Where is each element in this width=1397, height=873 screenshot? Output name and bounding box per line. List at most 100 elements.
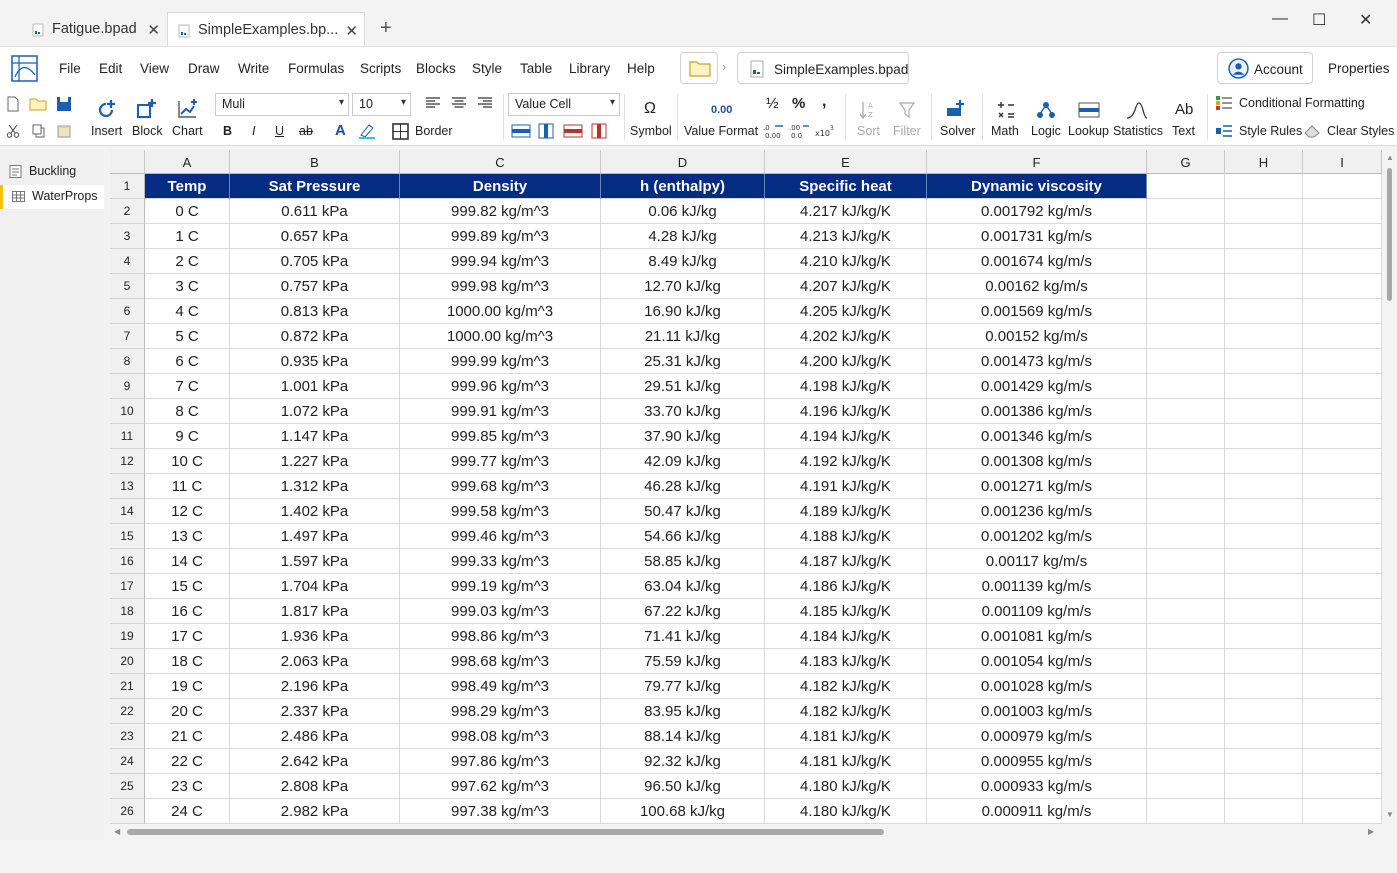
table-cell[interactable]: 0.935 kPa xyxy=(230,349,400,374)
align-left-icon[interactable] xyxy=(426,97,440,109)
row-number[interactable]: 24 xyxy=(110,749,145,774)
account-button[interactable]: Account xyxy=(1217,52,1313,84)
table-cell[interactable]: 0.001081 kg/m/s xyxy=(927,624,1147,649)
menu-library[interactable]: Library xyxy=(569,61,610,76)
table-cell[interactable] xyxy=(1147,774,1225,799)
table-cell[interactable]: 75.59 kJ/kg xyxy=(601,649,765,674)
table-cell[interactable]: 1.817 kPa xyxy=(230,599,400,624)
table-cell[interactable] xyxy=(1225,774,1303,799)
table-cell[interactable]: 16.90 kJ/kg xyxy=(601,299,765,324)
table-cell[interactable]: 2.642 kPa xyxy=(230,749,400,774)
row-number[interactable]: 19 xyxy=(110,624,145,649)
lookup-button[interactable]: Lookup xyxy=(1068,124,1109,138)
lookup-icon[interactable] xyxy=(1078,102,1100,118)
filter-button[interactable]: Filter xyxy=(893,124,921,138)
table-cell[interactable]: 67.22 kJ/kg xyxy=(601,599,765,624)
table-cell[interactable]: 998.08 kg/m^3 xyxy=(400,724,601,749)
table-cell[interactable]: 4.217 kJ/kg/K xyxy=(765,199,927,224)
row-number[interactable]: 4 xyxy=(110,249,145,274)
table-cell[interactable] xyxy=(1225,399,1303,424)
table-cell[interactable]: 999.98 kg/m^3 xyxy=(400,274,601,299)
text-button[interactable]: Text xyxy=(1172,124,1195,138)
table-cell[interactable] xyxy=(1225,749,1303,774)
scroll-left-icon[interactable]: ◀ xyxy=(114,827,120,836)
table-cell[interactable] xyxy=(1225,424,1303,449)
align-right-icon[interactable] xyxy=(478,97,492,109)
table-cell[interactable]: 54.66 kJ/kg xyxy=(601,524,765,549)
table-cell[interactable]: 4.194 kJ/kg/K xyxy=(765,424,927,449)
table-cell[interactable] xyxy=(1303,674,1382,699)
table-cell[interactable]: 4.180 kJ/kg/K xyxy=(765,799,927,824)
table-cell[interactable]: 83.95 kJ/kg xyxy=(601,699,765,724)
block-icon[interactable] xyxy=(136,98,158,120)
header-cell[interactable]: Specific heat xyxy=(765,174,927,199)
menu-help[interactable]: Help xyxy=(627,61,655,76)
table-cell[interactable]: 4.181 kJ/kg/K xyxy=(765,724,927,749)
table-cell[interactable]: 1.001 kPa xyxy=(230,374,400,399)
menu-table[interactable]: Table xyxy=(520,61,552,76)
table-cell[interactable]: 4.198 kJ/kg/K xyxy=(765,374,927,399)
table-cell[interactable]: 79.77 kJ/kg xyxy=(601,674,765,699)
close-icon[interactable]: ✕ xyxy=(147,21,160,39)
symbol-button[interactable]: Symbol xyxy=(630,124,672,138)
table-cell[interactable] xyxy=(1225,524,1303,549)
table-cell[interactable]: 0.001569 kg/m/s xyxy=(927,299,1147,324)
column-header-b[interactable]: B xyxy=(230,150,400,174)
table-cell[interactable] xyxy=(1225,599,1303,624)
table-cell[interactable] xyxy=(1225,474,1303,499)
table-cell[interactable]: 1.402 kPa xyxy=(230,499,400,524)
cut-icon[interactable] xyxy=(6,124,20,138)
table-cell[interactable] xyxy=(1147,274,1225,299)
table-cell[interactable] xyxy=(1303,774,1382,799)
sheet-item-waterprops[interactable]: WaterProps xyxy=(0,185,104,209)
font-family-select[interactable]: Muli ▾ xyxy=(215,93,349,116)
header-cell[interactable]: Sat Pressure xyxy=(230,174,400,199)
sort-icon[interactable]: AZ xyxy=(859,100,877,120)
row-number[interactable]: 20 xyxy=(110,649,145,674)
column-header-f[interactable]: F xyxy=(927,150,1147,174)
table-cell[interactable]: 21.11 kJ/kg xyxy=(601,324,765,349)
font-color-button[interactable]: A xyxy=(335,122,346,139)
table-cell[interactable] xyxy=(1147,449,1225,474)
paste-icon[interactable] xyxy=(57,124,71,138)
table-cell[interactable]: 42.09 kJ/kg xyxy=(601,449,765,474)
table-cell[interactable]: 0.000979 kg/m/s xyxy=(927,724,1147,749)
menu-formulas[interactable]: Formulas xyxy=(288,61,344,76)
table-cell[interactable]: 17 C xyxy=(145,624,230,649)
table-cell[interactable]: 37.90 kJ/kg xyxy=(601,424,765,449)
table-cell[interactable]: 2.486 kPa xyxy=(230,724,400,749)
table-cell[interactable]: 999.33 kg/m^3 xyxy=(400,549,601,574)
table-cell[interactable]: 0.001731 kg/m/s xyxy=(927,224,1147,249)
table-cell[interactable]: 0.872 kPa xyxy=(230,324,400,349)
menu-scripts[interactable]: Scripts xyxy=(360,61,401,76)
table-cell[interactable]: 0.001271 kg/m/s xyxy=(927,474,1147,499)
table-cell[interactable]: 4.189 kJ/kg/K xyxy=(765,499,927,524)
table-cell[interactable]: 0.757 kPa xyxy=(230,274,400,299)
table-cell[interactable]: 10 C xyxy=(145,449,230,474)
header-cell[interactable] xyxy=(1147,174,1225,199)
table-cell[interactable]: 0.001674 kg/m/s xyxy=(927,249,1147,274)
menu-file[interactable]: File xyxy=(59,61,81,76)
table-cell[interactable]: 2.063 kPa xyxy=(230,649,400,674)
table-cell[interactable]: 8.49 kJ/kg xyxy=(601,249,765,274)
table-cell[interactable]: 4.187 kJ/kg/K xyxy=(765,549,927,574)
row-number[interactable]: 9 xyxy=(110,374,145,399)
table-cell[interactable]: 88.14 kJ/kg xyxy=(601,724,765,749)
row-number[interactable]: 8 xyxy=(110,349,145,374)
delete-column-icon[interactable] xyxy=(591,123,607,139)
table-cell[interactable]: 16 C xyxy=(145,599,230,624)
align-center-icon[interactable] xyxy=(452,97,466,109)
table-cell[interactable]: 4.182 kJ/kg/K xyxy=(765,674,927,699)
table-cell[interactable]: 5 C xyxy=(145,324,230,349)
column-header-h[interactable]: H xyxy=(1225,150,1303,174)
table-cell[interactable] xyxy=(1225,274,1303,299)
logic-button[interactable]: Logic xyxy=(1031,124,1061,138)
table-cell[interactable]: 63.04 kJ/kg xyxy=(601,574,765,599)
italic-button[interactable]: I xyxy=(252,124,255,138)
table-cell[interactable] xyxy=(1147,224,1225,249)
table-cell[interactable]: 1000.00 kg/m^3 xyxy=(400,324,601,349)
row-number[interactable]: 12 xyxy=(110,449,145,474)
scientific-notation-icon[interactable]: x103 xyxy=(815,123,837,139)
table-cell[interactable] xyxy=(1225,299,1303,324)
table-cell[interactable]: 14 C xyxy=(145,549,230,574)
